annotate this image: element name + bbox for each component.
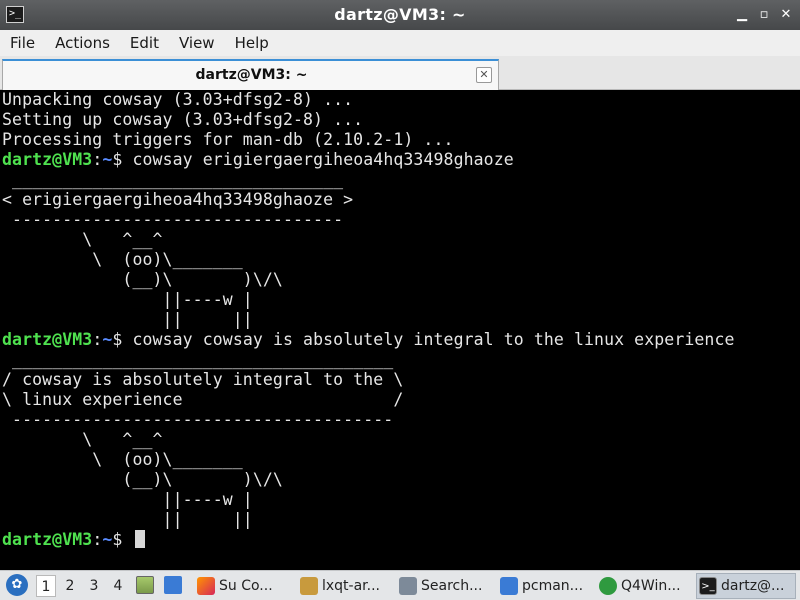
terminal-prompt-line: dartz@VM3:~$ cowsay cowsay is absolutely… xyxy=(0,330,788,350)
command-text: cowsay cowsay is absolutely integral to … xyxy=(122,330,735,349)
search-app-icon xyxy=(399,577,417,595)
folder-icon xyxy=(500,577,518,595)
terminal-cursor xyxy=(134,530,145,548)
prompt-path: ~ xyxy=(102,530,113,549)
minimize-button[interactable]: ▁ xyxy=(734,7,750,23)
tab-terminal[interactable]: dartz@VM3: ~ ✕ xyxy=(2,59,499,90)
terminal-prompt-line: dartz@VM3:~$ cowsay erigiergaergiheoa4hq… xyxy=(0,150,788,170)
task-search[interactable]: Search... xyxy=(397,573,495,599)
terminal-line: || || xyxy=(2,510,253,529)
terminal-line: || || xyxy=(2,310,253,329)
task-label: Su Co... xyxy=(219,578,273,594)
task-pcmanfm[interactable]: pcman... xyxy=(498,573,594,599)
terminal-line: --------------------------------- xyxy=(2,210,344,229)
workspace-2[interactable]: 2 xyxy=(60,575,80,597)
terminal-line: \ ^__^ xyxy=(2,230,163,249)
menu-view[interactable]: View xyxy=(169,30,225,56)
start-menu-icon[interactable]: ✿ xyxy=(6,574,28,596)
terminal-line: (__)\ )\/\ xyxy=(2,270,283,289)
terminal-line: _________________________________ xyxy=(2,170,344,189)
maximize-button[interactable]: ▫ xyxy=(756,7,772,23)
task-label: Q4Win... xyxy=(621,578,681,594)
tab-close-icon[interactable]: ✕ xyxy=(476,67,492,83)
command-text: cowsay erigiergaergiheoa4hq33498ghaoze xyxy=(122,150,514,169)
prompt-user: dartz@VM3 xyxy=(2,150,93,169)
tab-bar: dartz@VM3: ~ ✕ xyxy=(0,56,800,90)
menu-actions[interactable]: Actions xyxy=(45,30,120,56)
terminal-line: \ ^__^ xyxy=(2,430,163,449)
prompt-path: ~ xyxy=(102,150,113,169)
terminal-icon: >_ xyxy=(699,577,717,595)
close-window-button[interactable]: ✕ xyxy=(778,7,794,23)
taskbar: ✿ 1 2 3 4 Su Co... lxqt-ar... Search... … xyxy=(0,570,800,600)
prompt-user: dartz@VM3 xyxy=(2,530,93,549)
task-label: pcman... xyxy=(522,578,584,594)
task-label: dartz@... xyxy=(721,578,785,594)
tab-label: dartz@VM3: ~ xyxy=(195,67,308,83)
workspace-4[interactable]: 4 xyxy=(108,575,128,597)
task-q4wine[interactable]: Q4Win... xyxy=(597,573,693,599)
command-text xyxy=(122,530,132,549)
terminal-line: ||----w | xyxy=(2,290,253,309)
terminal-line: Setting up cowsay (3.03+dfsg2-8) ... xyxy=(2,110,364,129)
prompt-path: ~ xyxy=(102,330,113,349)
terminal-line: \ linux experience / xyxy=(2,390,404,409)
menu-help[interactable]: Help xyxy=(225,30,279,56)
prompt-separator: : xyxy=(92,150,103,169)
prompt-user: dartz@VM3 xyxy=(2,330,93,349)
terminal-line: / cowsay is absolutely integral to the \ xyxy=(2,370,404,389)
show-desktop-icon[interactable] xyxy=(136,576,154,594)
file-manager-launcher-icon[interactable] xyxy=(164,576,182,594)
terminal-line: ||----w | xyxy=(2,490,253,509)
archiver-icon xyxy=(300,577,318,595)
terminal-line: (__)\ )\/\ xyxy=(2,470,283,489)
task-label: lxqt-ar... xyxy=(322,578,381,594)
prompt-separator: : xyxy=(92,330,103,349)
window-titlebar[interactable]: >_ dartz@VM3: ~ ▁ ▫ ✕ xyxy=(0,0,800,30)
terminal-line: \ (oo)\_______ xyxy=(2,250,243,269)
menu-file[interactable]: File xyxy=(0,30,45,56)
prompt-symbol: $ xyxy=(112,150,123,169)
task-label: Search... xyxy=(421,578,483,594)
menu-edit[interactable]: Edit xyxy=(120,30,169,56)
terminal-line: -------------------------------------- xyxy=(2,410,394,429)
workspace-1[interactable]: 1 xyxy=(36,575,56,597)
task-archiver[interactable]: lxqt-ar... xyxy=(298,573,394,599)
prompt-symbol: $ xyxy=(112,530,123,549)
window-title: dartz@VM3: ~ xyxy=(334,5,466,24)
prompt-symbol: $ xyxy=(112,330,123,349)
terminal-line: Unpacking cowsay (3.03+dfsg2-8) ... xyxy=(2,90,354,109)
terminal-output[interactable]: Unpacking cowsay (3.03+dfsg2-8) ... Sett… xyxy=(0,90,788,565)
firefox-icon xyxy=(197,577,215,595)
q4wine-icon xyxy=(599,577,617,595)
workspace-3[interactable]: 3 xyxy=(84,575,104,597)
terminal-line: \ (oo)\_______ xyxy=(2,450,243,469)
terminal-line: Processing triggers for man-db (2.10.2-1… xyxy=(2,130,454,149)
terminal-line: < erigiergaergiheoa4hq33498ghaoze > xyxy=(2,190,354,209)
task-firefox[interactable]: Su Co... xyxy=(195,573,295,599)
task-terminal[interactable]: >_ dartz@... xyxy=(696,573,796,599)
terminal-prompt-line: dartz@VM3:~$ xyxy=(0,530,788,550)
terminal-scrollbar[interactable] xyxy=(788,90,800,565)
prompt-separator: : xyxy=(92,530,103,549)
menu-bar: File Actions Edit View Help xyxy=(0,30,800,56)
terminal-line: ______________________________________ xyxy=(2,350,394,369)
